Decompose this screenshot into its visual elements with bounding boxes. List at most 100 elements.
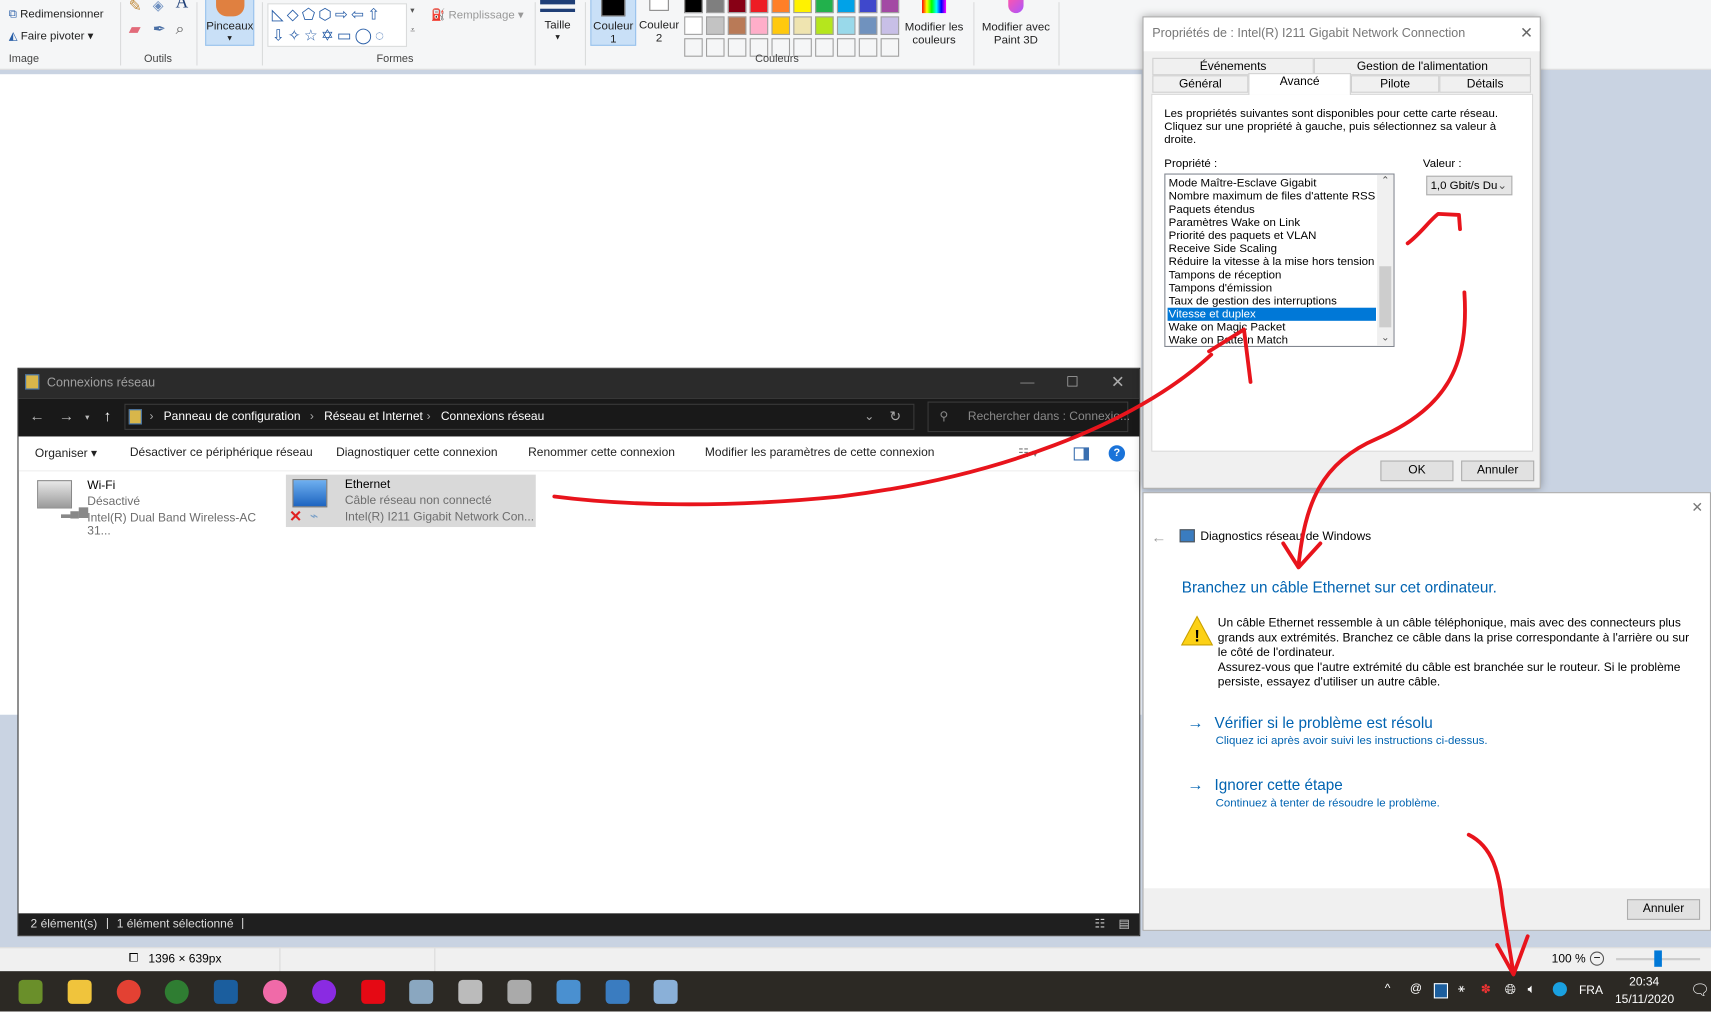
bluetooth-icon[interactable]: ⚹ [1458, 982, 1465, 996]
ok-button[interactable]: OK [1380, 460, 1454, 482]
address-dropdown-icon[interactable]: ⌄ [864, 409, 874, 423]
network-taskbar-icon[interactable] [409, 979, 434, 1004]
property-item[interactable]: Réduire la vitesse à la mise hors tensio… [1168, 255, 1376, 268]
palette-color[interactable] [880, 38, 900, 57]
cancel-button[interactable]: Annuler [1461, 460, 1535, 482]
file-explorer-taskbar-icon[interactable] [67, 979, 92, 1004]
property-item[interactable]: Tampons de réception [1168, 268, 1376, 281]
palette-color[interactable] [727, 0, 747, 14]
osu-taskbar-icon[interactable] [262, 979, 287, 1004]
close-button[interactable]: ✕ [1691, 499, 1703, 516]
clock-time[interactable]: 20:34 [1629, 976, 1659, 989]
palette-color[interactable] [858, 0, 878, 14]
palette-color[interactable] [815, 38, 834, 57]
control-panel-taskbar-icon[interactable] [556, 979, 581, 1004]
pencil-icon[interactable]: ✎ [129, 0, 142, 15]
paint3d-button[interactable]: Modifier avec Paint 3D [977, 0, 1056, 47]
preview-pane-icon[interactable] [1073, 447, 1090, 461]
color1-button[interactable]: Couleur 1 [590, 0, 637, 46]
cortana-ring-taskbar-icon[interactable] [311, 979, 336, 1004]
palette-color[interactable] [727, 16, 747, 35]
edit-colors-button[interactable]: Modifier les couleurs [901, 0, 966, 47]
skip-step-option[interactable]: → Ignorer cette étape Continuez à tenter… [1187, 776, 1440, 810]
property-item[interactable]: Taux de gestion des interruptions [1168, 295, 1376, 308]
tray-app-icon[interactable]: @ [1410, 982, 1422, 995]
palette-color[interactable] [815, 16, 834, 35]
disc-taskbar-icon[interactable] [507, 979, 532, 1004]
property-item[interactable]: Mode Maître-Esclave Gigabit [1168, 177, 1376, 190]
palette-color[interactable] [880, 16, 900, 35]
paint-taskbar-icon[interactable] [654, 979, 679, 1004]
property-item[interactable]: Receive Side Scaling [1168, 242, 1376, 255]
shapes-more-icon[interactable]: ▾ ⩡ [410, 5, 415, 36]
palette-color[interactable] [727, 38, 747, 57]
chrome-taskbar-icon[interactable] [116, 979, 141, 1004]
refresh-icon[interactable]: ↻ [889, 408, 901, 425]
magnifier-icon[interactable]: ⌕ [176, 20, 185, 39]
back-button[interactable]: ← [29, 407, 44, 424]
property-item[interactable]: Paquets étendus [1168, 203, 1376, 216]
property-item[interactable]: Priorité des paquets et VLAN [1168, 229, 1376, 242]
close-button[interactable]: ✕ [1111, 372, 1125, 392]
palette-color[interactable] [793, 0, 812, 14]
tab-general[interactable]: Général [1152, 75, 1249, 93]
view-options-icon[interactable]: ☷ ▾ [1018, 446, 1038, 460]
palette-color[interactable] [836, 0, 856, 14]
tray-app-icon[interactable] [1552, 982, 1567, 997]
search-input[interactable]: ⚲ Rechercher dans : Connexio... [927, 401, 1130, 433]
size-button[interactable]: Taille ▼ [540, 0, 576, 45]
tab-details[interactable]: Détails [1439, 75, 1531, 93]
volume-icon[interactable]: 🔈︎ [1528, 981, 1536, 997]
breadcrumb-network-connections[interactable]: Connexions réseau [441, 410, 544, 423]
check-resolved-option[interactable]: → Vérifier si le problème est résolu Cli… [1187, 714, 1487, 748]
show-hidden-icons[interactable]: ^ [1385, 982, 1391, 995]
palette-color[interactable] [815, 0, 834, 14]
lightshot-taskbar-icon[interactable] [214, 979, 239, 1004]
value-dropdown[interactable]: 1,0 Gbit/s Du ⌄ [1426, 175, 1513, 196]
breadcrumb-control-panel[interactable]: Panneau de configuration [164, 410, 301, 423]
netflix-taskbar-icon[interactable] [360, 979, 385, 1004]
property-list-scrollbar[interactable]: ⌃ ⌄ [1377, 174, 1394, 346]
network-connections-taskbar-icon[interactable] [605, 979, 630, 1004]
palette-color[interactable] [836, 38, 856, 57]
organize-button[interactable]: Organiser ▾ [35, 446, 97, 460]
disable-device-button[interactable]: Désactiver ce périphérique réseau [130, 446, 313, 459]
property-list[interactable]: Mode Maître-Esclave Gigabit Nombre maximu… [1164, 173, 1395, 348]
tiles-view-icon[interactable]: ▤ [1118, 917, 1129, 931]
fill-bucket-icon[interactable]: ◈ [153, 0, 164, 14]
palette-color[interactable] [836, 16, 856, 35]
property-item[interactable]: Wake on Magic Packet [1168, 321, 1376, 334]
shapes-gallery[interactable]: ◺◇⬠⬡⇨⇦⇧ ⇩✧☆✡▭◯◌ [267, 3, 408, 47]
palette-color[interactable] [706, 38, 725, 57]
clock-date[interactable]: 15/11/2020 [1615, 993, 1674, 1006]
details-view-icon[interactable]: ☷ [1094, 917, 1105, 931]
cancel-button[interactable]: Annuler [1626, 899, 1701, 920]
palette-color[interactable] [684, 0, 703, 14]
palette-color[interactable] [771, 16, 791, 35]
text-tool-icon[interactable]: A [176, 0, 189, 13]
recent-locations-icon[interactable]: ▾ [85, 412, 89, 422]
obs-taskbar-icon[interactable] [458, 979, 483, 1004]
property-item[interactable]: Wake on Pattern Match [1168, 334, 1376, 346]
connection-ethernet[interactable]: ✕ ⌁ Ethernet Câble réseau non connecté I… [285, 474, 536, 528]
lightshot-tray-icon[interactable] [1433, 983, 1449, 999]
minimize-button[interactable]: — [1020, 373, 1034, 389]
network-globe-icon[interactable]: 🌐︎ [1505, 981, 1516, 998]
rename-button[interactable]: Renommer cette connexion [528, 446, 675, 459]
resize-button[interactable]: ⧉ Redimensionner [9, 8, 104, 21]
palette-color[interactable] [684, 16, 703, 35]
cuphead-taskbar-icon[interactable] [18, 979, 43, 1004]
brushes-button[interactable]: Pinceaux ▼ [205, 0, 255, 46]
palette-color[interactable] [749, 16, 769, 35]
fill-dropdown[interactable]: ⛽ Remplissage ▾ [431, 8, 524, 22]
color-picker-icon[interactable]: ✒ [153, 20, 166, 39]
maximize-button[interactable]: ☐ [1066, 373, 1079, 390]
tab-driver[interactable]: Pilote [1350, 75, 1440, 93]
zoom-out-button[interactable]: − [1589, 951, 1605, 966]
diagnose-button[interactable]: Diagnostiquer cette connexion [336, 446, 497, 459]
palette-color[interactable] [684, 38, 703, 57]
palette-color[interactable] [880, 0, 900, 14]
back-arrow-icon[interactable]: ← [1151, 528, 1166, 545]
property-item[interactable]: Tampons d'émission [1168, 282, 1376, 295]
forward-button[interactable]: → [59, 407, 74, 424]
